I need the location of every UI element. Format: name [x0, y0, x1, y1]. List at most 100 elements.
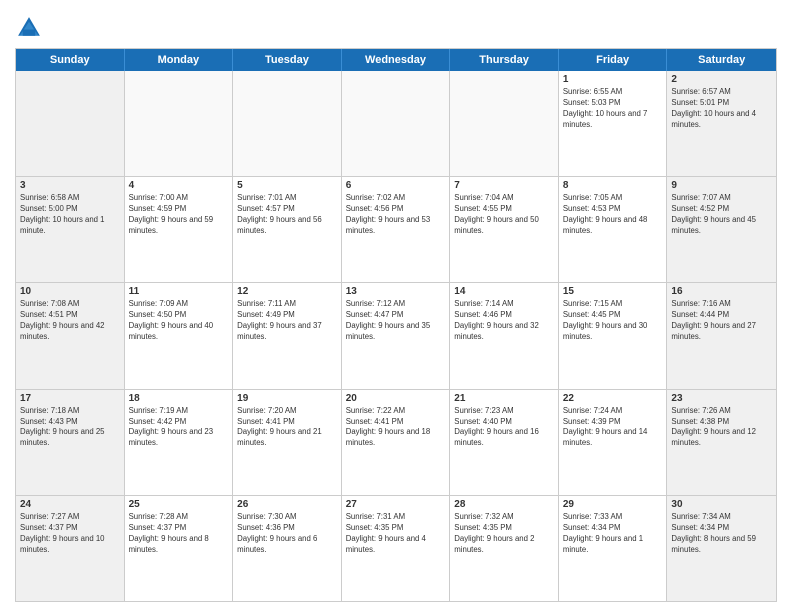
cell-detail: Sunrise: 7:30 AM Sunset: 4:36 PM Dayligh…: [237, 512, 337, 556]
calendar-cell: 14 Sunrise: 7:14 AM Sunset: 4:46 PM Dayli…: [450, 283, 559, 388]
day-number: 13: [346, 286, 446, 297]
header-day-tuesday: Tuesday: [233, 49, 342, 71]
calendar-cell: 28 Sunrise: 7:32 AM Sunset: 4:35 PM Dayli…: [450, 496, 559, 601]
day-number: 9: [671, 180, 772, 191]
calendar-cell: 11 Sunrise: 7:09 AM Sunset: 4:50 PM Dayli…: [125, 283, 234, 388]
day-number: 21: [454, 393, 554, 404]
day-number: 24: [20, 499, 120, 510]
calendar-row-3: 17 Sunrise: 7:18 AM Sunset: 4:43 PM Dayli…: [16, 389, 776, 495]
calendar-cell: 2 Sunrise: 6:57 AM Sunset: 5:01 PM Daylig…: [667, 71, 776, 176]
cell-detail: Sunrise: 7:04 AM Sunset: 4:55 PM Dayligh…: [454, 193, 554, 237]
calendar-row-2: 10 Sunrise: 7:08 AM Sunset: 4:51 PM Dayli…: [16, 282, 776, 388]
calendar-cell: [16, 71, 125, 176]
day-number: 17: [20, 393, 120, 404]
cell-detail: Sunrise: 7:23 AM Sunset: 4:40 PM Dayligh…: [454, 406, 554, 450]
cell-detail: Sunrise: 7:22 AM Sunset: 4:41 PM Dayligh…: [346, 406, 446, 450]
header-day-saturday: Saturday: [667, 49, 776, 71]
cell-detail: Sunrise: 7:27 AM Sunset: 4:37 PM Dayligh…: [20, 512, 120, 556]
cell-detail: Sunrise: 7:34 AM Sunset: 4:34 PM Dayligh…: [671, 512, 772, 556]
logo-icon: [15, 14, 43, 42]
calendar-body: 1 Sunrise: 6:55 AM Sunset: 5:03 PM Daylig…: [16, 71, 776, 601]
calendar-cell: 19 Sunrise: 7:20 AM Sunset: 4:41 PM Dayli…: [233, 390, 342, 495]
day-number: 25: [129, 499, 229, 510]
day-number: 28: [454, 499, 554, 510]
day-number: 6: [346, 180, 446, 191]
day-number: 27: [346, 499, 446, 510]
calendar-cell: 24 Sunrise: 7:27 AM Sunset: 4:37 PM Dayli…: [16, 496, 125, 601]
calendar-cell: 3 Sunrise: 6:58 AM Sunset: 5:00 PM Daylig…: [16, 177, 125, 282]
cell-detail: Sunrise: 7:14 AM Sunset: 4:46 PM Dayligh…: [454, 299, 554, 343]
calendar-cell: 26 Sunrise: 7:30 AM Sunset: 4:36 PM Dayli…: [233, 496, 342, 601]
header-day-monday: Monday: [125, 49, 234, 71]
calendar-cell: [450, 71, 559, 176]
logo: [15, 14, 47, 42]
day-number: 11: [129, 286, 229, 297]
cell-detail: Sunrise: 7:31 AM Sunset: 4:35 PM Dayligh…: [346, 512, 446, 556]
calendar-cell: 12Sunrise: 7:11 AM Sunset: 4:49 PM Dayli…: [233, 283, 342, 388]
cell-detail: Sunrise: 7:32 AM Sunset: 4:35 PM Dayligh…: [454, 512, 554, 556]
calendar-cell: 10 Sunrise: 7:08 AM Sunset: 4:51 PM Dayli…: [16, 283, 125, 388]
cell-detail: Sunrise: 7:08 AM Sunset: 4:51 PM Dayligh…: [20, 299, 120, 343]
cell-detail: Sunrise: 6:57 AM Sunset: 5:01 PM Dayligh…: [671, 87, 772, 131]
day-number: 10: [20, 286, 120, 297]
day-number: 26: [237, 499, 337, 510]
calendar-header: SundayMondayTuesdayWednesdayThursdayFrid…: [16, 49, 776, 71]
header-day-thursday: Thursday: [450, 49, 559, 71]
cell-detail: Sunrise: 7:15 AM Sunset: 4:45 PM Dayligh…: [563, 299, 663, 343]
day-number: 18: [129, 393, 229, 404]
calendar-cell: 25 Sunrise: 7:28 AM Sunset: 4:37 PM Dayli…: [125, 496, 234, 601]
calendar-cell: 8Sunrise: 7:05 AM Sunset: 4:53 PM Daylig…: [559, 177, 668, 282]
calendar: SundayMondayTuesdayWednesdayThursdayFrid…: [15, 48, 777, 602]
calendar-cell: 20 Sunrise: 7:22 AM Sunset: 4:41 PM Dayli…: [342, 390, 451, 495]
cell-detail: Sunrise: 7:24 AM Sunset: 4:39 PM Dayligh…: [563, 406, 663, 450]
calendar-row-0: 1 Sunrise: 6:55 AM Sunset: 5:03 PM Daylig…: [16, 71, 776, 176]
cell-detail: Sunrise: 7:18 AM Sunset: 4:43 PM Dayligh…: [20, 406, 120, 450]
day-number: 8: [563, 180, 663, 191]
day-number: 19: [237, 393, 337, 404]
calendar-cell: 18Sunrise: 7:19 AM Sunset: 4:42 PM Dayli…: [125, 390, 234, 495]
day-number: 23: [671, 393, 772, 404]
day-number: 3: [20, 180, 120, 191]
cell-detail: Sunrise: 7:00 AM Sunset: 4:59 PM Dayligh…: [129, 193, 229, 237]
calendar-cell: 27 Sunrise: 7:31 AM Sunset: 4:35 PM Dayli…: [342, 496, 451, 601]
calendar-row-1: 3 Sunrise: 6:58 AM Sunset: 5:00 PM Daylig…: [16, 176, 776, 282]
cell-detail: Sunrise: 7:11 AM Sunset: 4:49 PM Dayligh…: [237, 299, 337, 343]
cell-detail: Sunrise: 6:55 AM Sunset: 5:03 PM Dayligh…: [563, 87, 663, 131]
header-day-wednesday: Wednesday: [342, 49, 451, 71]
calendar-cell: 9 Sunrise: 7:07 AM Sunset: 4:52 PM Daylig…: [667, 177, 776, 282]
day-number: 1: [563, 74, 663, 85]
day-number: 2: [671, 74, 772, 85]
calendar-cell: 21 Sunrise: 7:23 AM Sunset: 4:40 PM Dayli…: [450, 390, 559, 495]
cell-detail: Sunrise: 7:07 AM Sunset: 4:52 PM Dayligh…: [671, 193, 772, 237]
day-number: 14: [454, 286, 554, 297]
cell-detail: Sunrise: 7:09 AM Sunset: 4:50 PM Dayligh…: [129, 299, 229, 343]
calendar-cell: 6 Sunrise: 7:02 AM Sunset: 4:56 PM Daylig…: [342, 177, 451, 282]
calendar-cell: 4 Sunrise: 7:00 AM Sunset: 4:59 PM Daylig…: [125, 177, 234, 282]
calendar-cell: [125, 71, 234, 176]
header-day-friday: Friday: [559, 49, 668, 71]
calendar-cell: 16 Sunrise: 7:16 AM Sunset: 4:44 PM Dayli…: [667, 283, 776, 388]
calendar-cell: 17 Sunrise: 7:18 AM Sunset: 4:43 PM Dayli…: [16, 390, 125, 495]
cell-detail: Sunrise: 7:01 AM Sunset: 4:57 PM Dayligh…: [237, 193, 337, 237]
page: SundayMondayTuesdayWednesdayThursdayFrid…: [0, 0, 792, 612]
calendar-cell: 7Sunrise: 7:04 AM Sunset: 4:55 PM Daylig…: [450, 177, 559, 282]
cell-detail: Sunrise: 7:33 AM Sunset: 4:34 PM Dayligh…: [563, 512, 663, 556]
calendar-cell: 30 Sunrise: 7:34 AM Sunset: 4:34 PM Dayli…: [667, 496, 776, 601]
day-number: 15: [563, 286, 663, 297]
day-number: 30: [671, 499, 772, 510]
header-day-sunday: Sunday: [16, 49, 125, 71]
cell-detail: Sunrise: 7:28 AM Sunset: 4:37 PM Dayligh…: [129, 512, 229, 556]
cell-detail: Sunrise: 6:58 AM Sunset: 5:00 PM Dayligh…: [20, 193, 120, 237]
cell-detail: Sunrise: 7:20 AM Sunset: 4:41 PM Dayligh…: [237, 406, 337, 450]
cell-detail: Sunrise: 7:02 AM Sunset: 4:56 PM Dayligh…: [346, 193, 446, 237]
day-number: 4: [129, 180, 229, 191]
header: [15, 10, 777, 42]
cell-detail: Sunrise: 7:26 AM Sunset: 4:38 PM Dayligh…: [671, 406, 772, 450]
day-number: 16: [671, 286, 772, 297]
calendar-row-4: 24 Sunrise: 7:27 AM Sunset: 4:37 PM Dayli…: [16, 495, 776, 601]
day-number: 22: [563, 393, 663, 404]
calendar-cell: 1 Sunrise: 6:55 AM Sunset: 5:03 PM Daylig…: [559, 71, 668, 176]
cell-detail: Sunrise: 7:16 AM Sunset: 4:44 PM Dayligh…: [671, 299, 772, 343]
calendar-cell: 23 Sunrise: 7:26 AM Sunset: 4:38 PM Dayli…: [667, 390, 776, 495]
day-number: 20: [346, 393, 446, 404]
